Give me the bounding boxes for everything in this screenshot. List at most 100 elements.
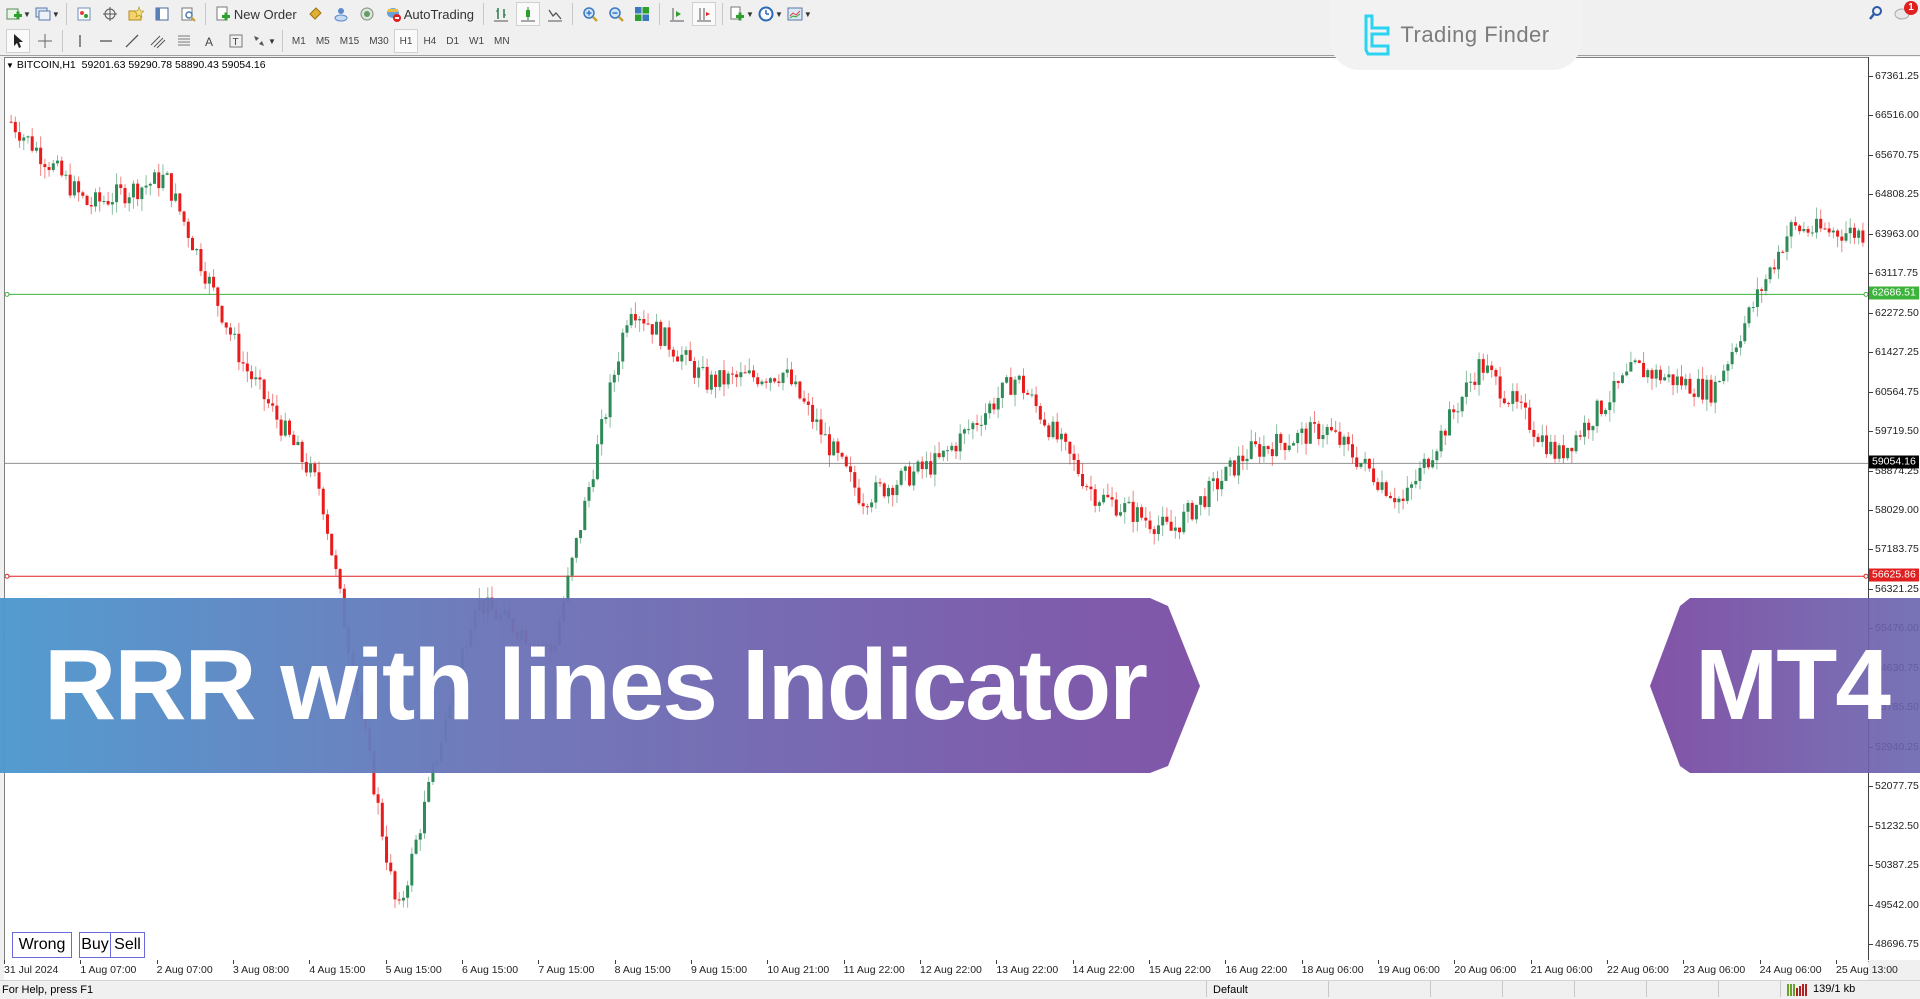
candle <box>1443 428 1447 446</box>
timeframe-h4[interactable]: H4 <box>418 30 441 52</box>
text-label-button[interactable]: T <box>225 30 247 52</box>
templates-button[interactable]: ▼ <box>787 3 812 25</box>
auto-scroll-button[interactable] <box>692 2 717 26</box>
timeframe-m5[interactable]: M5 <box>311 30 335 52</box>
candle-body <box>1751 307 1755 309</box>
vertical-line-button[interactable] <box>69 30 91 52</box>
horizontal-line-button[interactable] <box>95 30 117 52</box>
price-label: 51232.50 <box>1875 819 1919 832</box>
price-axis[interactable]: 67361.25 66516.00 65670.75 64808.25 63963.00… <box>1868 57 1920 960</box>
tile-windows-button[interactable] <box>631 3 653 25</box>
chart-area[interactable] <box>4 57 1869 962</box>
candle-body <box>688 350 692 362</box>
candle-body <box>1165 516 1169 522</box>
trendline-button[interactable] <box>121 30 143 52</box>
connection-cell[interactable]: 139/1 kb <box>1780 981 1920 997</box>
strategy-tester-button[interactable] <box>177 3 199 25</box>
candle-body <box>1300 428 1304 433</box>
candle <box>1203 488 1207 510</box>
sell-button[interactable]: Sell <box>110 932 145 958</box>
timeframe-h1[interactable]: H1 <box>393 29 419 53</box>
candle-body <box>1806 228 1810 233</box>
wrong-button[interactable]: Wrong <box>12 932 72 958</box>
timeframe-mn[interactable]: MN <box>489 30 515 52</box>
candle-body <box>1861 230 1865 243</box>
favorites-button[interactable] <box>125 3 147 25</box>
candle-body <box>1224 466 1228 481</box>
candle-body <box>1410 484 1414 488</box>
candle-body <box>228 327 232 335</box>
candle-body <box>870 502 874 508</box>
fibonacci-button[interactable] <box>173 30 195 52</box>
zoom-in-button[interactable] <box>579 3 601 25</box>
metaeditor-button[interactable] <box>304 3 326 25</box>
arrows-button[interactable]: ▼ <box>251 30 276 52</box>
zoom-out-button[interactable] <box>605 3 627 25</box>
candlestick-button[interactable] <box>516 2 541 26</box>
search-icon[interactable] <box>1868 5 1884 21</box>
timeframe-w1[interactable]: W1 <box>464 30 489 52</box>
candle <box>1793 216 1797 231</box>
candle <box>212 269 216 291</box>
candle-body <box>1680 376 1684 386</box>
text-button[interactable]: A <box>199 30 221 52</box>
crosshair-button[interactable] <box>34 30 56 52</box>
candle-body <box>1081 473 1085 487</box>
candle <box>1313 411 1317 433</box>
candle <box>1253 432 1257 447</box>
market-watch-button[interactable] <box>73 3 95 25</box>
candle <box>1452 404 1456 420</box>
candle <box>718 370 722 391</box>
candle <box>1321 424 1325 448</box>
timeframe-m1[interactable]: M1 <box>287 30 311 52</box>
new-order-button[interactable]: New Order <box>212 3 300 25</box>
buy-button[interactable]: Buy <box>79 932 111 958</box>
new-chart-button[interactable]: ▼ <box>6 3 31 25</box>
candle <box>1059 427 1063 452</box>
timeframe-m30[interactable]: M30 <box>364 30 393 52</box>
candle <box>1279 432 1283 451</box>
line-chart-button[interactable] <box>544 3 566 25</box>
candle-body <box>1055 421 1059 440</box>
candle <box>1051 416 1055 440</box>
candle-body <box>174 193 178 201</box>
price-tick <box>1869 549 1873 551</box>
cursor-button[interactable] <box>6 29 30 53</box>
candle-body <box>1595 400 1599 427</box>
candle <box>1110 487 1114 507</box>
candle <box>250 365 254 388</box>
candle-body <box>705 366 709 390</box>
line-anchor-handle[interactable] <box>5 291 10 297</box>
candle-body <box>1359 462 1363 467</box>
bar-chart-button[interactable] <box>490 3 512 25</box>
candle-body <box>233 333 237 335</box>
profiles-button[interactable]: ▼ <box>35 3 60 25</box>
chart-shift-button[interactable] <box>666 3 688 25</box>
candle <box>823 422 827 436</box>
signals-button[interactable] <box>330 3 352 25</box>
candle <box>1540 424 1544 448</box>
time-label: 8 Aug 15:00 <box>614 964 671 976</box>
equidistant-channel-button[interactable] <box>147 30 169 52</box>
navigator-button[interactable] <box>99 3 121 25</box>
market-button[interactable] <box>356 3 378 25</box>
indicators-button[interactable]: ▼ <box>729 3 754 25</box>
timeframe-m15[interactable]: M15 <box>335 30 364 52</box>
chart-menu-arrow-icon[interactable]: ▼ <box>6 61 14 70</box>
candle <box>1194 504 1198 524</box>
periods-button[interactable]: ▼ <box>758 3 783 25</box>
connection-status: 139/1 kb <box>1813 983 1856 995</box>
candle <box>1287 434 1291 452</box>
time-axis[interactable]: 31 Jul 2024 1 Aug 07:00 2 Aug 07:00 3 Aug 0… <box>4 960 1898 980</box>
line-anchor-handle[interactable] <box>5 573 10 579</box>
terminal-button[interactable] <box>151 3 173 25</box>
notifications-button[interactable]: 1 <box>1894 1 1918 22</box>
candle <box>853 465 857 496</box>
candle <box>1696 369 1700 398</box>
candle-body <box>1291 443 1295 446</box>
timeframe-d1[interactable]: D1 <box>441 30 464 52</box>
autotrading-button[interactable]: AutoTrading <box>382 3 477 25</box>
candle-body <box>718 370 722 387</box>
candle-body <box>1089 486 1093 490</box>
candle <box>954 442 958 460</box>
